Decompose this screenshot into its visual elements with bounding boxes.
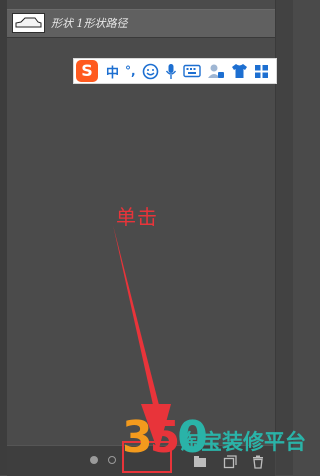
pagination-dot[interactable] [108,456,116,464]
grid-icon[interactable] [254,60,269,82]
user-icon[interactable] [207,60,225,82]
sogou-logo-icon[interactable]: S [76,60,98,82]
left-edge [0,0,7,475]
ime-toolbar: S 中 °, [73,58,277,84]
panel-scrollbar[interactable] [276,0,293,475]
mic-icon[interactable] [165,60,177,82]
watermark-digit: 5 [149,412,181,463]
click-annotation-label: 单击 [116,205,158,229]
watermark-digit: 3 [122,412,153,463]
pagination-dot[interactable] [90,456,98,464]
emoji-icon[interactable] [142,60,159,82]
punctuation-button[interactable]: °, [125,60,136,82]
layer-row[interactable]: 形状 1形状路径 [7,9,275,38]
site-watermark: 350 淘宝装修平台 [122,412,306,475]
layer-name: 形状 1形状路径 [51,17,128,30]
tshirt-icon[interactable] [231,60,248,82]
keyboard-icon[interactable] [182,60,201,82]
chinese-mode-button[interactable]: 中 [106,60,119,82]
layer-thumbnail [12,13,45,33]
watermark-text: 淘宝装修平台 [180,430,306,454]
